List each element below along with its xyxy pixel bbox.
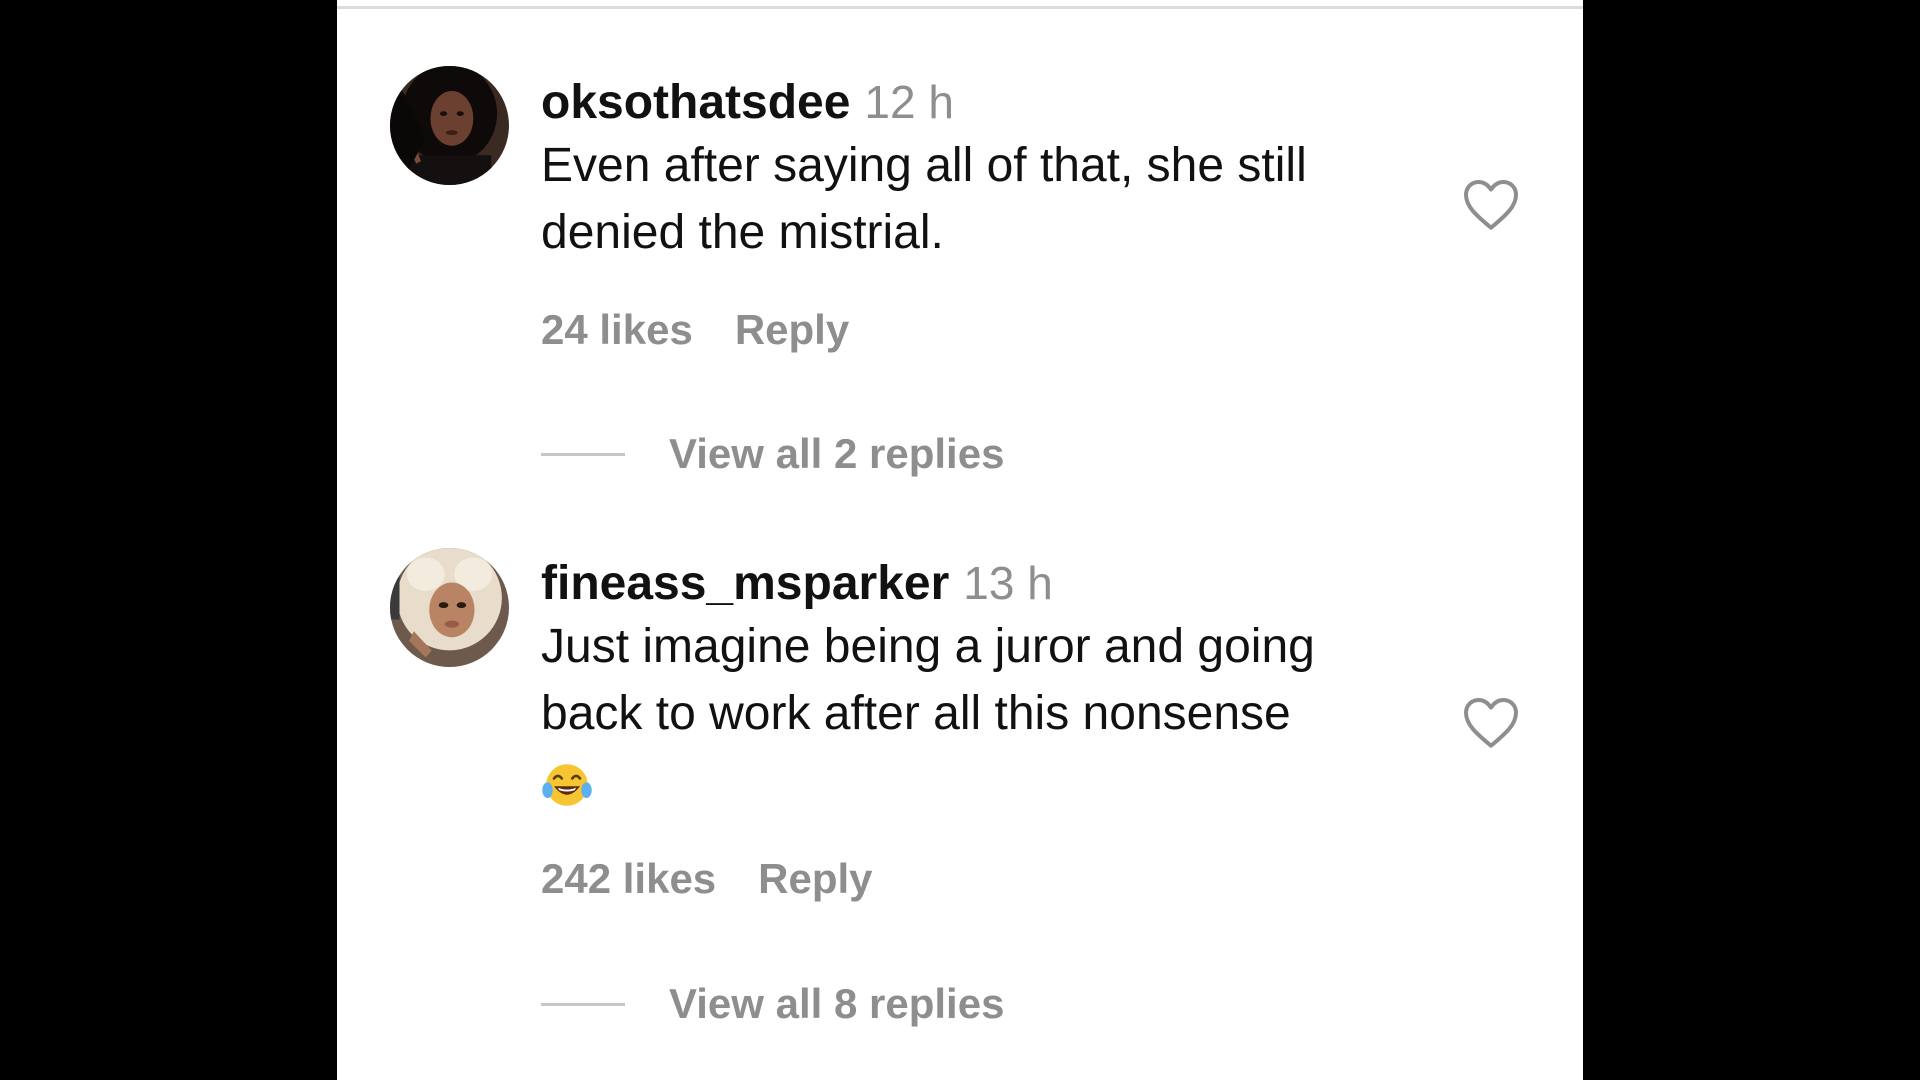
view-replies-button[interactable]: View all 2 replies xyxy=(541,424,1004,484)
view-replies-label[interactable]: View all 8 replies xyxy=(669,980,1004,1027)
view-replies-button[interactable]: View all 8 replies xyxy=(541,974,1004,1034)
comment-actions: 242 likes Reply xyxy=(541,849,873,909)
likes-count[interactable]: 242 likes xyxy=(541,855,716,902)
heart-outline-icon[interactable] xyxy=(1461,176,1521,232)
comment-timestamp[interactable]: 13 h xyxy=(963,557,1053,609)
avatar-image xyxy=(390,548,509,667)
comment-username[interactable]: oksothatsdee xyxy=(541,76,850,129)
replies-divider-line xyxy=(541,1002,625,1006)
comment-actions: 24 likes Reply xyxy=(541,300,849,360)
avatar[interactable] xyxy=(390,548,509,667)
comment-text: Just imagine being a juror and going bac… xyxy=(541,613,1401,814)
view-replies-label[interactable]: View all 2 replies xyxy=(669,430,1004,477)
comment-timestamp[interactable]: 12 h xyxy=(864,76,954,128)
reply-button[interactable]: Reply xyxy=(735,306,849,353)
comment-text: Even after saying all of that, she still… xyxy=(541,139,1307,259)
tears-of-joy-emoji xyxy=(541,759,593,811)
heart-outline-icon[interactable] xyxy=(1461,694,1521,750)
comments-panel: oksothatsdee 12 h Even after saying all o… xyxy=(337,0,1583,1080)
avatar[interactable] xyxy=(390,66,509,185)
avatar-image xyxy=(390,66,509,185)
likes-count[interactable]: 24 likes xyxy=(541,306,693,353)
replies-divider-line xyxy=(541,452,625,456)
reply-button[interactable]: Reply xyxy=(758,855,872,902)
comment-username[interactable]: fineass_msparker xyxy=(541,557,949,610)
comment-text-content: Just imagine being a juror and going bac… xyxy=(541,620,1315,740)
top-divider xyxy=(337,6,1583,9)
